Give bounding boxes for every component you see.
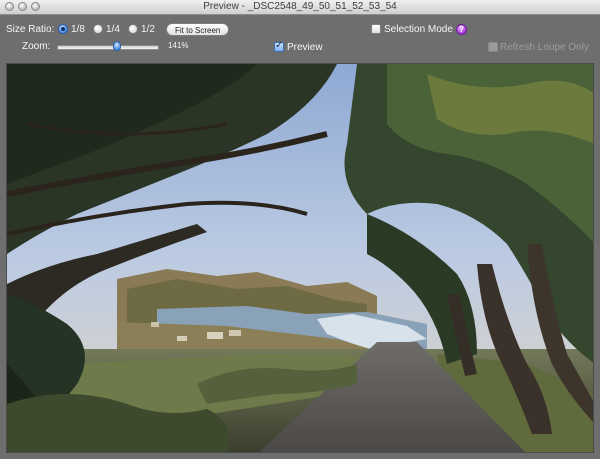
- refresh-loupe-label: Refresh Loupe Only: [500, 42, 589, 53]
- preview-window: Preview - _DSC2548_49_50_51_52_53_54 Siz…: [0, 0, 600, 459]
- window-title: Preview - _DSC2548_49_50_51_52_53_54: [203, 1, 397, 12]
- title-bar: Preview - _DSC2548_49_50_51_52_53_54: [0, 0, 600, 15]
- landscape-photo: [7, 64, 593, 452]
- preview-label[interactable]: Preview: [287, 42, 323, 53]
- selection-mode-label[interactable]: Selection Mode: [384, 24, 453, 35]
- ratio-1-8-radio[interactable]: [58, 24, 68, 34]
- refresh-loupe-checkbox[interactable]: [488, 42, 498, 52]
- toolbar: Size Ratio: 1/8 1/4 1/2 Fit to Screen Se…: [0, 15, 600, 60]
- zoom-value: 141%: [168, 41, 189, 50]
- ratio-1-2-label[interactable]: 1/2: [141, 24, 155, 35]
- ratio-1-4-radio[interactable]: [93, 24, 103, 34]
- fit-to-screen-button[interactable]: Fit to Screen: [166, 23, 230, 36]
- help-icon[interactable]: ?: [456, 24, 467, 35]
- preview-checkbox[interactable]: [274, 40, 284, 52]
- zoom-slider[interactable]: [57, 45, 159, 50]
- image-preview[interactable]: [6, 63, 594, 453]
- ratio-1-2-radio[interactable]: [128, 24, 138, 34]
- ratio-1-8-label[interactable]: 1/8: [71, 24, 85, 35]
- size-ratio-label: Size Ratio:: [6, 24, 55, 35]
- zoom-label: Zoom:: [22, 41, 51, 52]
- selection-mode-checkbox[interactable]: [371, 24, 381, 34]
- ratio-1-4-label[interactable]: 1/4: [106, 24, 120, 35]
- zoom-slider-knob[interactable]: [113, 41, 121, 51]
